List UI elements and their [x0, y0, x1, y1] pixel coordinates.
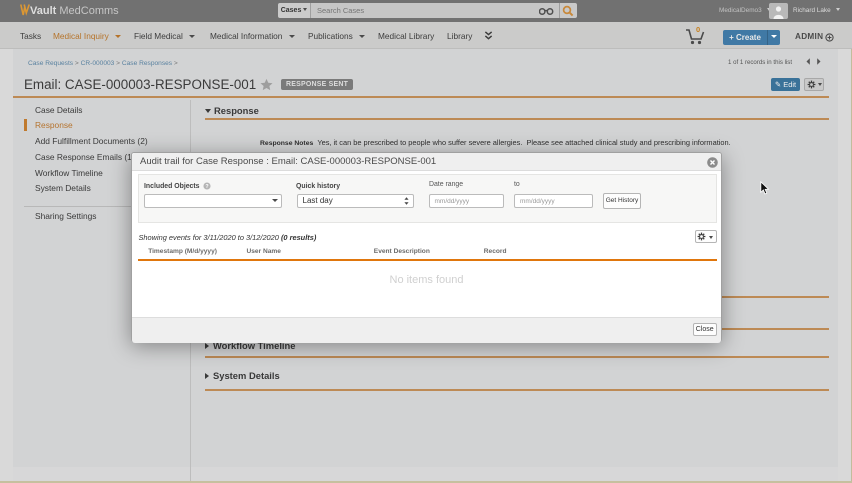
svg-text:?: ? [205, 184, 208, 190]
